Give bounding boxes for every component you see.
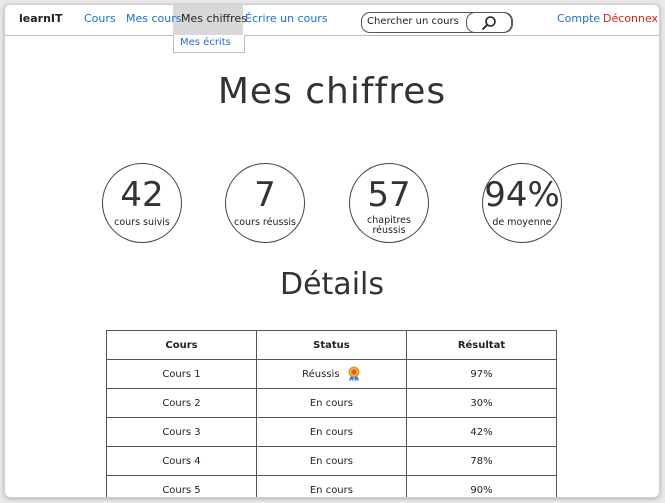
cell-status: En cours <box>255 388 407 418</box>
cell-result: 97% <box>405 359 558 389</box>
stat-value: 7 <box>254 175 276 215</box>
cell-course: Cours 5 <box>106 475 257 497</box>
column-header-course: Cours <box>106 330 257 360</box>
status-text: Réussis <box>302 369 340 380</box>
cell-status: Réussis <box>255 359 407 389</box>
nav-logout-link[interactable]: Déconnexion <box>603 12 659 25</box>
brand-logo[interactable]: learnIT <box>19 12 63 25</box>
stat-label: cours suivis <box>114 217 170 228</box>
stat-label: cours réussis <box>234 217 296 228</box>
search-box <box>361 12 513 33</box>
stat-circle-courses-passed: 7 cours réussis <box>225 163 305 243</box>
table-row[interactable]: Cours 2 En cours 30% <box>106 388 558 418</box>
stat-label: chapitres réussis <box>367 215 411 236</box>
stat-circle-chapters-passed: 57 chapitres réussis <box>349 163 429 243</box>
table-header-row: Cours Status Résultat <box>106 330 558 360</box>
cell-course: Cours 3 <box>106 417 257 447</box>
award-medal-icon <box>348 366 360 382</box>
cell-status: En cours <box>255 475 407 497</box>
stat-value: 42 <box>120 175 164 215</box>
search-button[interactable] <box>466 12 512 33</box>
cell-result: 30% <box>405 388 558 418</box>
search-input[interactable] <box>365 14 467 29</box>
search-icon <box>482 15 496 30</box>
cell-status: En cours <box>255 446 407 476</box>
submenu-item-mes-ecrits[interactable]: Mes écrits <box>180 37 231 48</box>
cell-status: En cours <box>255 417 407 447</box>
cell-course: Cours 4 <box>106 446 257 476</box>
column-header-result: Résultat <box>405 330 558 360</box>
top-navbar: learnIT Cours Mes cours Mes chiffres Écr… <box>5 5 659 36</box>
cell-result: 42% <box>405 417 558 447</box>
stat-circle-average: 94% de moyenne <box>482 163 562 243</box>
table-row[interactable]: Cours 1 Réussis 97% <box>106 359 558 389</box>
cell-result: 78% <box>405 446 558 476</box>
nav-item-mes-chiffres[interactable]: Mes chiffres <box>181 12 247 25</box>
table-row[interactable]: Cours 5 En cours 90% <box>106 475 558 497</box>
column-header-status: Status <box>255 330 407 360</box>
cell-result: 90% <box>405 475 558 497</box>
stat-value: 57 <box>367 175 411 215</box>
cell-course: Cours 2 <box>106 388 257 418</box>
app-window: learnIT Cours Mes cours Mes chiffres Écr… <box>4 4 660 498</box>
page-title: Mes chiffres <box>217 71 447 112</box>
table-row[interactable]: Cours 4 En cours 78% <box>106 446 558 476</box>
nav-account-link[interactable]: Compte <box>557 12 600 25</box>
submenu-dropdown: Mes écrits <box>173 35 245 53</box>
details-table: Cours Status Résultat Cours 1 Réussis 97… <box>106 330 558 497</box>
stat-value: 94% <box>484 175 560 215</box>
cell-course: Cours 1 <box>106 359 257 389</box>
stat-label: de moyenne <box>492 217 552 228</box>
stat-circle-courses-followed: 42 cours suivis <box>102 163 182 243</box>
table-row[interactable]: Cours 3 En cours 42% <box>106 417 558 447</box>
nav-item-cours[interactable]: Cours <box>84 12 116 25</box>
nav-item-ecrire-un-cours[interactable]: Écrire un cours <box>245 12 328 25</box>
section-title-details: Détails <box>279 267 384 302</box>
nav-item-mes-cours[interactable]: Mes cours <box>126 12 182 25</box>
